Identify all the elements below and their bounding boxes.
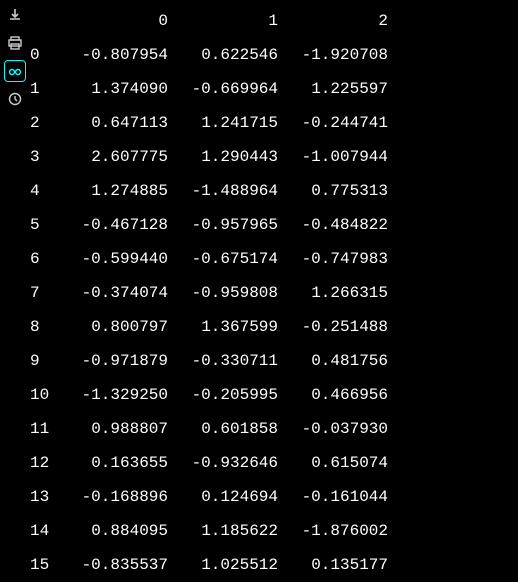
cell-value: -0.244741 <box>278 114 388 132</box>
cell-value: 1.374090 <box>58 80 168 98</box>
col-header: 0 <box>58 12 168 30</box>
row-index: 7 <box>30 284 58 302</box>
cell-value: 0.800797 <box>58 318 168 336</box>
row-index: 3 <box>30 148 58 166</box>
cell-value: 0.647113 <box>58 114 168 132</box>
cell-value: 0.163655 <box>58 454 168 472</box>
table-row: 20.6471131.241715-0.244741 <box>30 106 518 140</box>
cell-value: 0.135177 <box>278 556 388 574</box>
cell-value: -0.675174 <box>168 250 278 268</box>
table-row: 0-0.8079540.622546-1.920708 <box>30 38 518 72</box>
table-row: 7-0.374074-0.9598081.266315 <box>30 276 518 310</box>
cell-value: -0.251488 <box>278 318 388 336</box>
table-row: 10-1.329250-0.2059950.466956 <box>30 378 518 412</box>
col-header: 1 <box>168 12 278 30</box>
cell-value: -0.669964 <box>168 80 278 98</box>
cell-value: 0.622546 <box>168 46 278 64</box>
row-index: 4 <box>30 182 58 200</box>
table-row: 11.374090-0.6699641.225597 <box>30 72 518 106</box>
cell-value: -1.920708 <box>278 46 388 64</box>
cell-value: 1.025512 <box>168 556 278 574</box>
row-index: 5 <box>30 216 58 234</box>
col-header: 2 <box>278 12 388 30</box>
row-index: 10 <box>30 386 58 404</box>
cell-value: -0.374074 <box>58 284 168 302</box>
cell-value: -1.876002 <box>278 522 388 540</box>
row-index: 6 <box>30 250 58 268</box>
row-index: 0 <box>30 46 58 64</box>
row-index: 9 <box>30 352 58 370</box>
history-icon[interactable] <box>4 88 26 110</box>
table-row: 140.8840951.185622-1.876002 <box>30 514 518 548</box>
cell-value: 0.615074 <box>278 454 388 472</box>
cell-value: -0.971879 <box>58 352 168 370</box>
cell-value: -0.205995 <box>168 386 278 404</box>
cell-value: 0.481756 <box>278 352 388 370</box>
cell-value: 0.601858 <box>168 420 278 438</box>
table-row: 6-0.599440-0.675174-0.747983 <box>30 242 518 276</box>
download-icon[interactable] <box>4 4 26 26</box>
table-row: 15-0.8355371.0255120.135177 <box>30 548 518 582</box>
row-index: 11 <box>30 420 58 438</box>
cell-value: 0.988807 <box>58 420 168 438</box>
cell-value: 1.367599 <box>168 318 278 336</box>
table-row: 80.8007971.367599-0.251488 <box>30 310 518 344</box>
row-index: 2 <box>30 114 58 132</box>
row-index: 14 <box>30 522 58 540</box>
table-row: 110.9888070.601858-0.037930 <box>30 412 518 446</box>
cell-value: 0.884095 <box>58 522 168 540</box>
table-row: 32.6077751.290443-1.007944 <box>30 140 518 174</box>
cell-value: -0.330711 <box>168 352 278 370</box>
row-index: 1 <box>30 80 58 98</box>
cell-value: -0.161044 <box>278 488 388 506</box>
cell-value: 1.241715 <box>168 114 278 132</box>
cell-value: -0.484822 <box>278 216 388 234</box>
cell-value: -0.835537 <box>58 556 168 574</box>
cell-value: -0.599440 <box>58 250 168 268</box>
cell-value: -0.957965 <box>168 216 278 234</box>
table-header-row: 0 1 2 <box>30 4 518 38</box>
cell-value: 1.290443 <box>168 148 278 166</box>
cell-value: 1.266315 <box>278 284 388 302</box>
cell-value: 1.274885 <box>58 182 168 200</box>
cell-value: 1.225597 <box>278 80 388 98</box>
cell-value: -0.168896 <box>58 488 168 506</box>
cell-value: -0.747983 <box>278 250 388 268</box>
cell-value: 0.775313 <box>278 182 388 200</box>
row-index: 12 <box>30 454 58 472</box>
cell-value: 2.607775 <box>58 148 168 166</box>
cell-value: 0.466956 <box>278 386 388 404</box>
table-row: 41.274885-1.4889640.775313 <box>30 174 518 208</box>
cell-value: -1.007944 <box>278 148 388 166</box>
table-row: 13-0.1688960.124694-0.161044 <box>30 480 518 514</box>
cell-value: -1.488964 <box>168 182 278 200</box>
cell-value: -0.932646 <box>168 454 278 472</box>
print-icon[interactable] <box>4 32 26 54</box>
toolbar <box>0 0 30 573</box>
cell-value: 1.185622 <box>168 522 278 540</box>
cell-value: -0.959808 <box>168 284 278 302</box>
row-index: 8 <box>30 318 58 336</box>
cell-value: -0.807954 <box>58 46 168 64</box>
table-row: 9-0.971879-0.3307110.481756 <box>30 344 518 378</box>
cell-value: -0.467128 <box>58 216 168 234</box>
dataframe-output: 0 1 2 0-0.8079540.622546-1.92070811.3740… <box>30 0 518 573</box>
row-index: 13 <box>30 488 58 506</box>
glasses-icon[interactable] <box>4 60 26 82</box>
cell-value: -0.037930 <box>278 420 388 438</box>
row-index: 15 <box>30 556 58 574</box>
cell-value: 0.124694 <box>168 488 278 506</box>
cell-value: -1.329250 <box>58 386 168 404</box>
table-row: 5-0.467128-0.957965-0.484822 <box>30 208 518 242</box>
table-row: 120.163655-0.9326460.615074 <box>30 446 518 480</box>
